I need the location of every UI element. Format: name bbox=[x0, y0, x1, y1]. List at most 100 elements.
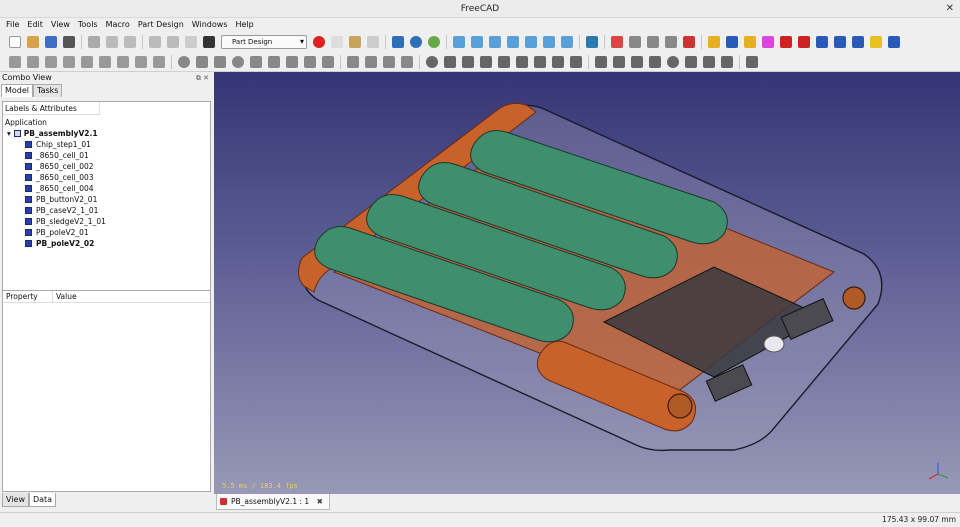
point-icon[interactable] bbox=[178, 55, 190, 68]
tree-item[interactable]: PB_poleV2_01 bbox=[3, 227, 210, 238]
menu-file[interactable]: File bbox=[2, 18, 23, 32]
menu-help[interactable]: Help bbox=[232, 18, 258, 32]
additive-loft-icon[interactable] bbox=[744, 36, 756, 48]
tab-data[interactable]: Data bbox=[28, 493, 57, 507]
angle-constraint-icon[interactable] bbox=[685, 55, 697, 68]
menu-edit[interactable]: Edit bbox=[23, 18, 47, 32]
extend-icon[interactable] bbox=[383, 55, 395, 68]
isometric-view-icon[interactable] bbox=[453, 36, 465, 48]
copy-icon[interactable] bbox=[106, 36, 118, 48]
top-view-icon[interactable] bbox=[489, 36, 501, 48]
bottom-view-icon[interactable] bbox=[543, 36, 555, 48]
fillet-sketch-icon[interactable] bbox=[135, 55, 147, 68]
vertical-constraint-icon[interactable] bbox=[462, 55, 474, 68]
fit-selection-icon[interactable] bbox=[410, 36, 422, 48]
conic-icon[interactable] bbox=[250, 55, 262, 68]
lock-constraint-icon[interactable] bbox=[595, 55, 607, 68]
expand-arrow-icon[interactable]: ▾ bbox=[7, 128, 11, 139]
cut-icon[interactable] bbox=[88, 36, 100, 48]
symmetric-constraint-icon[interactable] bbox=[570, 55, 582, 68]
rectangle-icon[interactable] bbox=[286, 55, 298, 68]
tree-item[interactable]: _8650_cell_002 bbox=[3, 161, 210, 172]
tree-item[interactable]: _8650_cell_003 bbox=[3, 172, 210, 183]
fit-all-icon[interactable] bbox=[392, 36, 404, 48]
close-icon[interactable]: ✕ bbox=[946, 0, 954, 18]
tree-item[interactable]: PB_sledgeV2_1_01 bbox=[3, 216, 210, 227]
point-on-object-icon[interactable] bbox=[444, 55, 456, 68]
left-view-icon[interactable] bbox=[561, 36, 573, 48]
right-view-icon[interactable] bbox=[507, 36, 519, 48]
menu-view[interactable]: View bbox=[47, 18, 74, 32]
tangent-constraint-icon[interactable] bbox=[534, 55, 546, 68]
subtractive-pipe-icon[interactable] bbox=[852, 36, 864, 48]
tree-root-document[interactable]: ▾ PB_assemblyV2.1 bbox=[3, 128, 210, 139]
toggle-constraint-icon[interactable] bbox=[721, 55, 733, 68]
refraction-constraint-icon[interactable] bbox=[703, 55, 715, 68]
menu-windows[interactable]: Windows bbox=[188, 18, 232, 32]
mirror-sketch-icon[interactable] bbox=[117, 55, 129, 68]
new-file-icon[interactable] bbox=[9, 36, 21, 48]
menu-macro[interactable]: Macro bbox=[102, 18, 134, 32]
subtractive-loft-icon[interactable] bbox=[834, 36, 846, 48]
tab-view[interactable]: View bbox=[2, 493, 29, 507]
refresh-icon[interactable] bbox=[185, 36, 197, 48]
sketch-view-icon[interactable] bbox=[27, 55, 39, 68]
redo-icon[interactable] bbox=[167, 36, 179, 48]
tree-item[interactable]: PB_caseV2_1_01 bbox=[3, 205, 210, 216]
map-sketch-icon[interactable] bbox=[63, 55, 75, 68]
workbench-select[interactable]: Part Design bbox=[221, 35, 307, 49]
arc-icon[interactable] bbox=[214, 55, 226, 68]
rear-view-icon[interactable] bbox=[525, 36, 537, 48]
validate-sketch-icon[interactable] bbox=[81, 55, 93, 68]
horizontal-constraint-icon[interactable] bbox=[480, 55, 492, 68]
tab-model[interactable]: Model bbox=[1, 84, 34, 97]
menu-part-design[interactable]: Part Design bbox=[134, 18, 188, 32]
equal-constraint-icon[interactable] bbox=[552, 55, 564, 68]
execute-macro-icon[interactable] bbox=[367, 36, 379, 48]
document-tab[interactable]: PB_assemblyV2.1 : 1 ✖ bbox=[216, 494, 330, 510]
slot-icon[interactable] bbox=[322, 55, 334, 68]
section-view-icon[interactable] bbox=[45, 55, 57, 68]
mirror-feature-icon[interactable] bbox=[888, 36, 900, 48]
fillet-icon[interactable] bbox=[347, 55, 359, 68]
distance-constraint-icon[interactable] bbox=[649, 55, 661, 68]
print-icon[interactable] bbox=[63, 36, 75, 48]
additive-pipe-icon[interactable] bbox=[762, 36, 774, 48]
3d-viewport[interactable]: 5.5 ms / 183.4 fps bbox=[214, 72, 960, 494]
sketch-grid-icon[interactable] bbox=[9, 55, 21, 68]
external-geometry-icon[interactable] bbox=[401, 55, 413, 68]
polygon-icon[interactable] bbox=[304, 55, 316, 68]
clone-icon[interactable] bbox=[746, 55, 758, 68]
whats-this-icon[interactable] bbox=[203, 36, 215, 48]
tree-item-selected[interactable]: PB_poleV2_02 bbox=[3, 238, 210, 249]
vertical-distance-icon[interactable] bbox=[631, 55, 643, 68]
measure-icon[interactable] bbox=[586, 36, 598, 48]
horizontal-distance-icon[interactable] bbox=[613, 55, 625, 68]
tree-item[interactable]: Chip_step1_01 bbox=[3, 139, 210, 150]
snap-icon[interactable] bbox=[153, 55, 165, 68]
paste-icon[interactable] bbox=[124, 36, 136, 48]
part-container-icon[interactable] bbox=[683, 36, 695, 48]
save-icon[interactable] bbox=[45, 36, 57, 48]
export-icon[interactable] bbox=[647, 36, 659, 48]
line-icon[interactable] bbox=[196, 55, 208, 68]
pad-icon[interactable] bbox=[708, 36, 720, 48]
open-file-icon[interactable] bbox=[27, 36, 39, 48]
front-view-icon[interactable] bbox=[471, 36, 483, 48]
create-body-icon[interactable] bbox=[611, 36, 623, 48]
radius-constraint-icon[interactable] bbox=[667, 55, 679, 68]
pocket-icon[interactable] bbox=[780, 36, 792, 48]
perpendicular-constraint-icon[interactable] bbox=[516, 55, 528, 68]
polyline-icon[interactable] bbox=[268, 55, 280, 68]
revolution-icon[interactable] bbox=[726, 36, 738, 48]
record-macro-icon[interactable] bbox=[313, 36, 325, 48]
part-icon[interactable] bbox=[665, 36, 677, 48]
parallel-constraint-icon[interactable] bbox=[498, 55, 510, 68]
draw-style-icon[interactable] bbox=[428, 36, 440, 48]
tree-item[interactable]: _8650_cell_004 bbox=[3, 183, 210, 194]
merge-sketch-icon[interactable] bbox=[99, 55, 111, 68]
undo-icon[interactable] bbox=[149, 36, 161, 48]
groove-icon[interactable] bbox=[816, 36, 828, 48]
tree-item[interactable]: _8650_cell_01 bbox=[3, 150, 210, 161]
menu-tools[interactable]: Tools bbox=[74, 18, 102, 32]
